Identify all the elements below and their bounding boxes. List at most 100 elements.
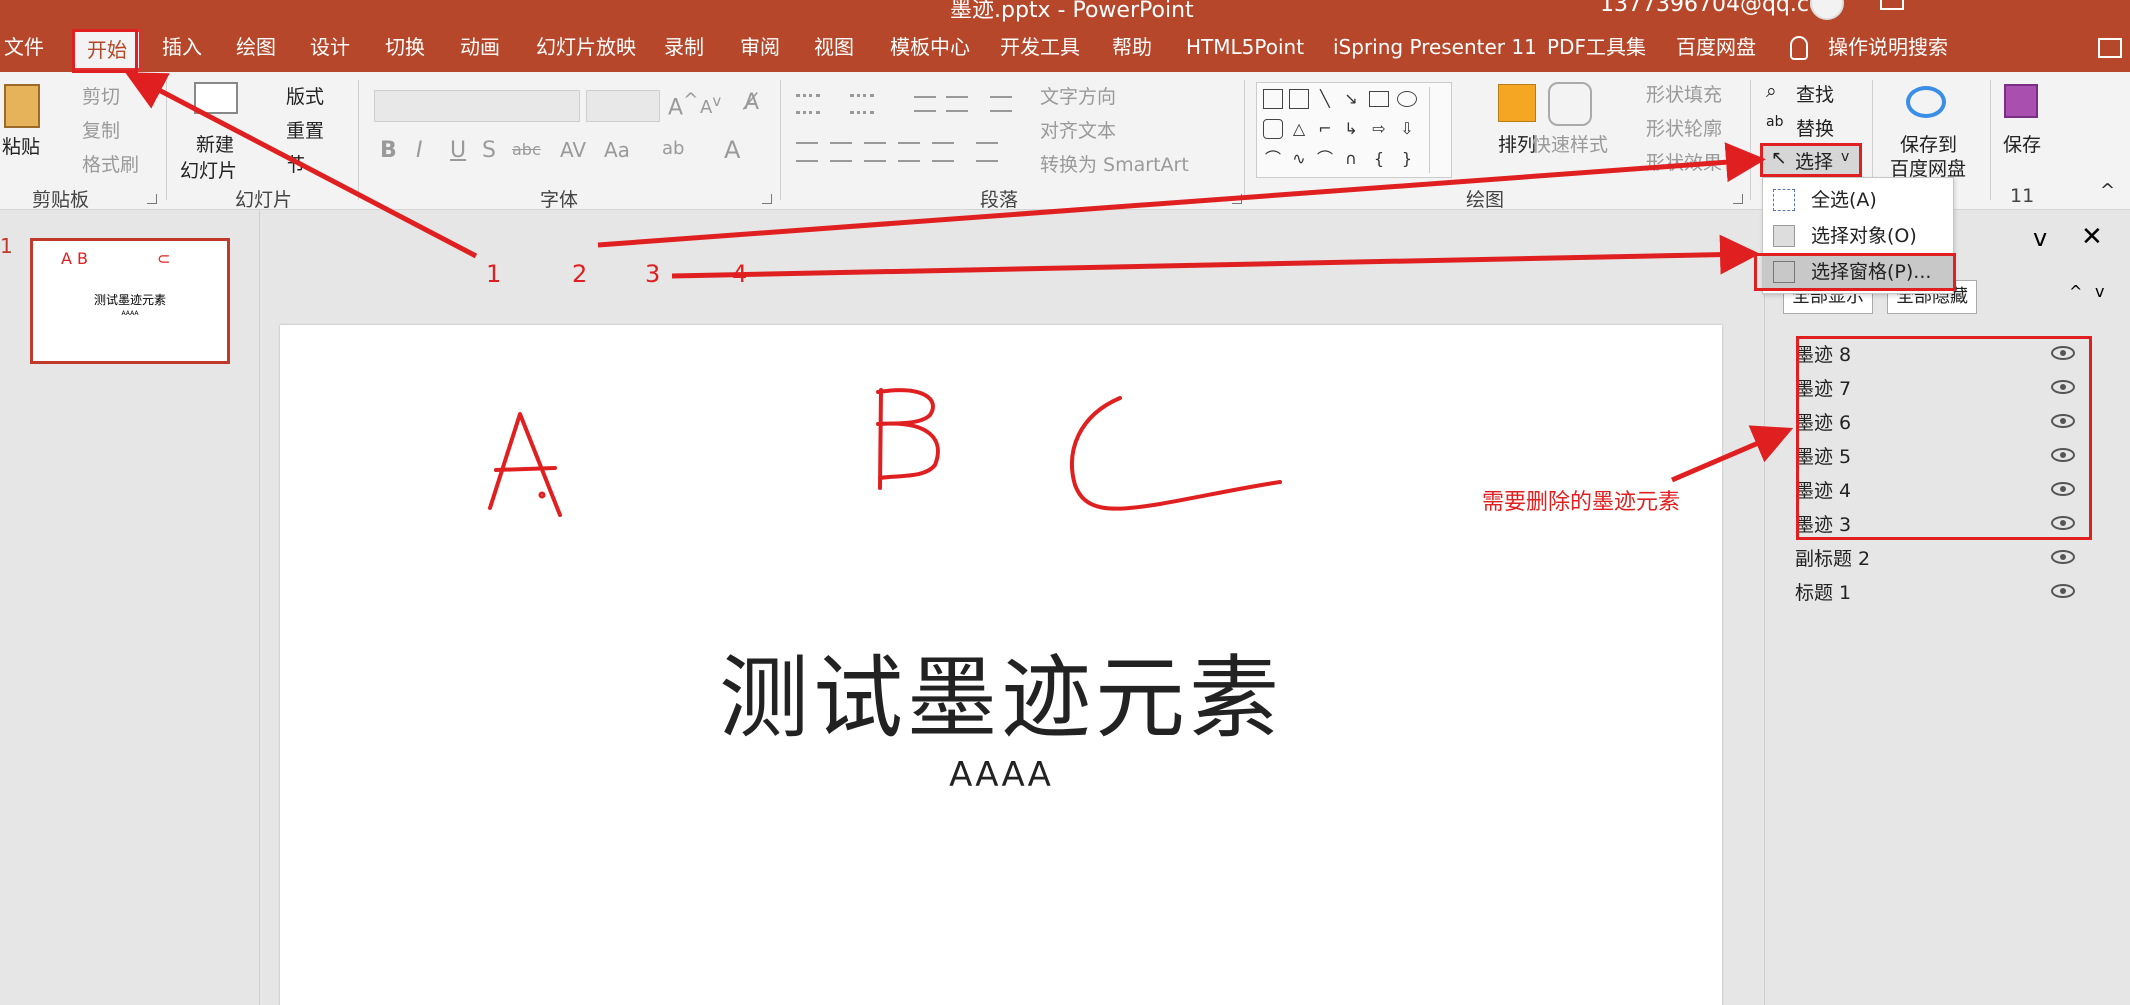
down-arrow-shape-icon[interactable]: ⇩ bbox=[1397, 119, 1417, 139]
close-window-icon[interactable] bbox=[2090, 0, 2114, 10]
layout-button[interactable]: 版式 bbox=[286, 82, 324, 109]
arrow-line-shape-icon[interactable]: ↘ bbox=[1341, 89, 1361, 109]
collapse-ribbon-icon[interactable]: ^ bbox=[2100, 180, 2115, 201]
shrink-font-icon[interactable]: Av bbox=[700, 92, 721, 118]
layer-row[interactable]: 墨迹 6 bbox=[1795, 406, 2075, 440]
arrange-button[interactable]: 排列 bbox=[1498, 130, 1536, 157]
right-arrow-shape-icon[interactable]: ⇨ bbox=[1369, 119, 1389, 139]
tab-html5point[interactable]: HTML5Point bbox=[1186, 33, 1304, 61]
rectangle-shape-icon[interactable] bbox=[1369, 91, 1389, 107]
save-button[interactable]: 保存 bbox=[2003, 130, 2041, 157]
close-pane-icon[interactable]: ✕ bbox=[2081, 222, 2103, 252]
italic-button[interactable]: I bbox=[416, 138, 423, 163]
line-spacing-icon[interactable] bbox=[990, 96, 1012, 112]
section-button[interactable]: 节 bbox=[286, 150, 305, 177]
move-up-icon[interactable]: ^ bbox=[2069, 282, 2082, 301]
tab-slideshow[interactable]: 幻灯片放映 bbox=[536, 33, 636, 61]
eye-icon[interactable] bbox=[2051, 516, 2075, 530]
font-color-icon[interactable]: A bbox=[724, 136, 740, 164]
format-painter-button[interactable]: 格式刷 bbox=[82, 150, 139, 177]
eye-icon[interactable] bbox=[2051, 346, 2075, 360]
font-name-combo[interactable] bbox=[374, 90, 580, 122]
align-center-icon[interactable] bbox=[830, 142, 852, 162]
baidu-cloud-icon[interactable] bbox=[1906, 86, 1946, 118]
underline-button[interactable]: U bbox=[450, 138, 466, 163]
save-to-baidu-button[interactable]: 保存到 bbox=[1900, 130, 1957, 157]
layer-row[interactable]: 墨迹 3 bbox=[1795, 508, 2075, 542]
new-slide-icon[interactable] bbox=[194, 82, 238, 114]
shadow-button[interactable]: S bbox=[482, 138, 496, 163]
left-brace-shape-icon[interactable]: { bbox=[1369, 149, 1389, 169]
align-right-icon[interactable] bbox=[864, 142, 886, 162]
restore-icon[interactable] bbox=[1880, 0, 1904, 10]
shape-effects-button[interactable]: 形状效果 bbox=[1646, 148, 1722, 175]
menu-selection-pane[interactable]: 选择窗格(P)... bbox=[1763, 254, 1953, 290]
align-text-button[interactable]: 对齐文本 bbox=[1040, 116, 1116, 143]
textbox-shape-icon[interactable] bbox=[1263, 89, 1283, 109]
bold-button[interactable]: B bbox=[380, 138, 397, 163]
font-size-combo[interactable] bbox=[586, 90, 660, 122]
move-down-icon[interactable]: v bbox=[2095, 282, 2104, 301]
eye-icon[interactable] bbox=[2051, 380, 2075, 394]
paste-button[interactable]: 粘贴 bbox=[2, 132, 40, 159]
eye-icon[interactable] bbox=[2051, 414, 2075, 428]
numbering-icon[interactable] bbox=[850, 94, 874, 114]
tab-help[interactable]: 帮助 bbox=[1112, 33, 1152, 61]
right-brace-shape-icon[interactable]: } bbox=[1397, 149, 1417, 169]
new-slide-button-2[interactable]: 幻灯片 bbox=[180, 156, 237, 183]
change-case-button[interactable]: Aa bbox=[604, 138, 630, 162]
menu-select-objects[interactable]: 选择对象(O) bbox=[1763, 218, 1953, 254]
scribble-shape-icon[interactable]: ∿ bbox=[1289, 149, 1309, 169]
arrange-icon[interactable] bbox=[1498, 84, 1536, 122]
tab-ispring[interactable]: iSpring Presenter 11 bbox=[1333, 33, 1537, 61]
columns-icon[interactable] bbox=[976, 142, 998, 162]
tab-baidu-netdisk[interactable]: 百度网盘 bbox=[1676, 33, 1756, 61]
slide-subtitle[interactable]: AAAA bbox=[280, 755, 1722, 795]
layer-row[interactable]: 副标题 2 bbox=[1795, 542, 2075, 576]
justify-icon[interactable] bbox=[898, 142, 920, 162]
cut-button[interactable]: 剪切 bbox=[82, 82, 120, 109]
reset-button[interactable]: 重置 bbox=[286, 116, 324, 143]
paste-icon[interactable] bbox=[4, 84, 40, 128]
paragraph-launcher[interactable] bbox=[1232, 194, 1242, 204]
eye-icon[interactable] bbox=[2051, 584, 2075, 598]
char-spacing-icon[interactable]: AV bbox=[560, 138, 586, 162]
vertical-textbox-shape-icon[interactable] bbox=[1289, 89, 1309, 109]
copy-button[interactable]: 复制 bbox=[82, 116, 120, 143]
new-slide-button[interactable]: 新建 bbox=[196, 130, 234, 157]
align-left-icon[interactable] bbox=[796, 142, 818, 162]
tab-template-center[interactable]: 模板中心 bbox=[890, 33, 970, 61]
eye-icon[interactable] bbox=[2051, 482, 2075, 496]
highlight-icon[interactable]: ab bbox=[662, 138, 684, 159]
rounded-rect-shape-icon[interactable] bbox=[1263, 119, 1283, 139]
tab-record[interactable]: 录制 bbox=[664, 33, 704, 61]
tab-pdf-tools[interactable]: PDF工具集 bbox=[1547, 33, 1646, 61]
quick-styles-icon[interactable] bbox=[1548, 82, 1592, 126]
eye-icon[interactable] bbox=[2051, 448, 2075, 462]
line-shape-icon[interactable]: ╲ bbox=[1315, 89, 1335, 109]
tab-file[interactable]: 文件 bbox=[4, 33, 44, 61]
tab-draw[interactable]: 绘图 bbox=[236, 33, 276, 61]
tab-transitions[interactable]: 切换 bbox=[385, 33, 425, 61]
find-button[interactable]: 查找 bbox=[1796, 80, 1834, 107]
increase-indent-icon[interactable] bbox=[946, 96, 968, 112]
oval-shape-icon[interactable] bbox=[1397, 91, 1417, 107]
decrease-indent-icon[interactable] bbox=[914, 96, 936, 112]
tab-insert[interactable]: 插入 bbox=[162, 33, 202, 61]
slide[interactable]: 测试墨迹元素 AAAA bbox=[280, 325, 1722, 1005]
layer-row[interactable]: 墨迹 5 bbox=[1795, 440, 2075, 474]
elbow-arrow-shape-icon[interactable]: ↳ bbox=[1341, 119, 1361, 139]
tab-review[interactable]: 审阅 bbox=[740, 33, 780, 61]
select-dropdown-button[interactable]: ↖ 选择 v bbox=[1760, 144, 1860, 176]
tab-developer[interactable]: 开发工具 bbox=[1000, 33, 1080, 61]
layer-row[interactable]: 墨迹 4 bbox=[1795, 474, 2075, 508]
convert-smartart-button[interactable]: 转换为 SmartArt bbox=[1040, 150, 1189, 177]
layer-row[interactable]: 墨迹 7 bbox=[1795, 372, 2075, 406]
quick-styles-button[interactable]: 快速样式 bbox=[1532, 130, 1608, 157]
text-direction-button[interactable]: 文字方向 bbox=[1040, 82, 1116, 109]
avatar[interactable] bbox=[1810, 0, 1844, 20]
tab-design[interactable]: 设计 bbox=[310, 33, 350, 61]
slide-title[interactable]: 测试墨迹元素 bbox=[280, 625, 1722, 755]
clear-format-icon[interactable]: A̸ bbox=[744, 90, 759, 115]
triangle-shape-icon[interactable]: △ bbox=[1289, 119, 1309, 139]
